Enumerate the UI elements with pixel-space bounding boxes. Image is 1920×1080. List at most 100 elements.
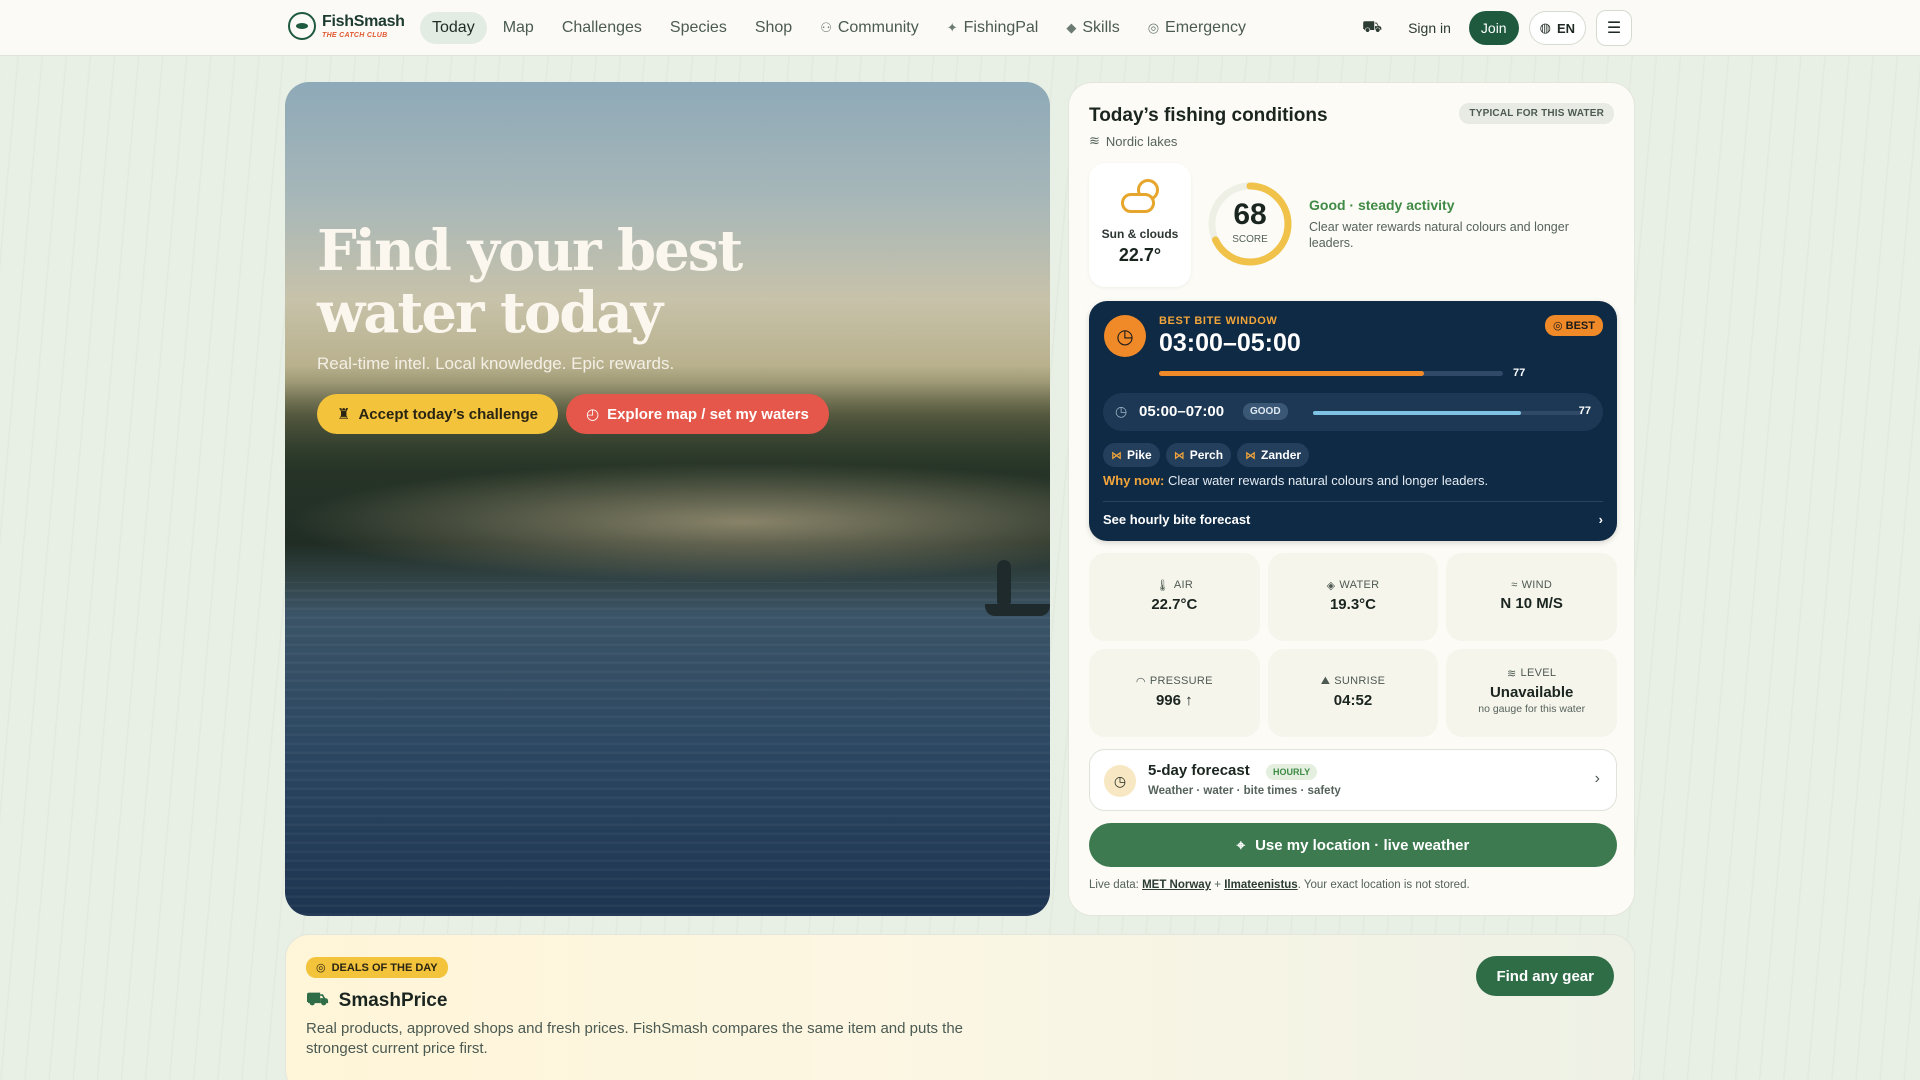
clock-icon: ◷ [1115,403,1128,419]
species-chip[interactable]: ⋈ Pike [1103,443,1160,467]
graduation-cap-icon: ◆ [1066,20,1077,35]
score-value: 68 [1233,198,1267,231]
score-description: Clear water rewards natural colours and … [1309,220,1569,250]
nav-challenges-label: Challenges [561,19,642,36]
hero-actions: ♜ Accept today’s challenge ◴ Explore map /… [317,394,829,434]
bite-kicker: BEST BITE WINDOW [1159,315,1278,327]
explore-map-button[interactable]: ◴ Explore map / set my waters [565,394,829,434]
bite-score-fill [1159,371,1424,376]
droplet-icon: ◈ [1326,580,1336,592]
metric-label: WIND [1521,579,1553,591]
language-code: EN [1556,20,1575,36]
nav-skills[interactable]: ◆ Skills [1054,12,1131,44]
secondary-score-fill [1313,411,1521,415]
bite-score-bar [1159,371,1503,376]
compass-icon: ◴ [585,406,600,423]
nav-map[interactable]: Map [491,12,546,44]
metric-level: ≋ LEVEL Unavailable no gauge for this water [1446,649,1617,737]
nav-community-label: Community [837,19,919,36]
metric-sunrise: ⛰︎ SUNRISE 04:52 [1267,649,1439,737]
metric-air: 🌡︎ AIR 22.7°C [1089,553,1260,641]
thermometer-icon: 🌡︎ [1155,580,1170,592]
brand-tagline: THE CATCH CLUB [322,31,388,39]
bite-score: 77 [1513,367,1526,379]
join-button[interactable]: Join [1468,11,1519,45]
sign-in-link[interactable]: Sign in [1400,20,1459,36]
nav-challenges[interactable]: Challenges [550,12,654,44]
use-location-label: Use my location · live weather [1255,836,1470,854]
sparkle-icon: ✦ [946,20,958,35]
bite-time: 03:00–05:00 [1159,329,1301,357]
users-icon: ⚇ [820,20,832,35]
badge-check-icon: ◎ [316,962,326,974]
brand-logo[interactable]: FishSmash THE CATCH CLUB [288,12,405,40]
met-norway-link[interactable]: MET Norway [1142,879,1211,891]
language-selector[interactable]: ◍ EN [1528,11,1586,45]
nav-fishingpal[interactable]: ✦ FishingPal [935,12,1051,44]
explore-map-label: Explore map / set my waters [607,405,809,423]
find-any-gear-button[interactable]: Find any gear [1476,956,1614,996]
sun-cloud-icon [1115,177,1165,221]
fish-icon: ⋈ [1111,449,1122,462]
nav-shop[interactable]: Shop [743,12,804,44]
wind-icon: ≈ [1511,579,1518,591]
species-chip[interactable]: ⋈ Perch [1165,443,1232,467]
clock-icon: ◷ [1104,315,1146,357]
metric-label: SUNRISE [1334,675,1386,687]
secondary-time: 05:00–07:00 [1139,403,1225,420]
conditions-title: Today’s fishing conditions [1089,105,1328,126]
boat-silhouette [985,604,1050,616]
crosshair-icon: ⌖ [1236,836,1246,854]
species-label: Pike [1127,448,1152,462]
fish-icon: ⋈ [1173,449,1185,462]
hourly-bite-link-label: See hourly bite forecast [1103,512,1251,527]
metric-value: Unavailable [1489,684,1574,701]
why-now-text: Clear water rewards natural colours and … [1168,473,1489,488]
hamburger-menu-icon[interactable]: ☰ [1596,10,1632,46]
hero-banner: Find your best water today Real-time int… [285,82,1050,916]
metric-value: 22.7°C [1151,596,1198,613]
live-data-note: Live data: MET Norway + Ilmateenistus. Y… [1089,879,1470,891]
ilmateenistus-link[interactable]: Ilmateenistus [1224,879,1298,891]
species-label: Perch [1189,448,1224,462]
best-bite-window-card: ◷ BEST BITE WINDOW 03:00–05:00 ◎ BEST 77… [1089,301,1617,541]
brand-name: FishSmash [322,12,405,30]
metric-label: PRESSURE [1149,675,1213,687]
best-badge-label: BEST [1565,320,1595,332]
weather-temp: 22.7° [1118,245,1162,265]
nav-emergency[interactable]: ◎ Emergency [1136,12,1258,44]
nav-today[interactable]: Today [420,12,487,44]
hero-water-image [285,582,1050,916]
main-nav: Today Map Challenges Species Shop ⚇ Commu… [420,12,1258,44]
basket-icon[interactable]: ⛟ [1354,10,1390,46]
nav-emergency-label: Emergency [1165,19,1246,36]
live-data-prefix: Live data: [1089,879,1143,891]
five-day-forecast-card[interactable]: ◷ 5-day forecast HOURLY Weather · water … [1089,749,1617,811]
nav-map-label: Map [502,19,534,36]
secondary-score-bar [1313,411,1583,415]
accept-challenge-button[interactable]: ♜ Accept today’s challenge [317,394,558,434]
use-my-location-button[interactable]: ⌖ Use my location · live weather [1089,823,1617,867]
trophy-icon: ♜ [337,406,351,423]
metric-value: 996 ↑ [1155,692,1193,709]
fish-logo-icon [288,12,316,40]
metric-label: LEVEL [1520,667,1557,679]
fisher-silhouette [997,560,1011,604]
nav-shop-label: Shop [754,19,793,36]
species-chip[interactable]: ⋈ Zander [1237,443,1310,467]
deals-title-label: SmashPrice [338,990,448,1011]
weather-label: Sun & clouds [1101,227,1179,241]
deals-description: Real products, approved shops and fresh … [306,1020,964,1057]
hero-mist-image [285,462,1050,582]
hourly-bite-forecast-link[interactable]: See hourly bite forecast › [1103,501,1603,527]
target-icon: ◎ [1552,320,1563,332]
why-now-label: Why now: [1103,473,1165,488]
nav-species[interactable]: Species [658,12,739,44]
waves-icon: ≋ [1089,133,1100,148]
metric-label: AIR [1173,579,1194,591]
best-badge: ◎ BEST [1544,315,1603,336]
metric-wind: ≈ WIND N 10 M/S [1446,553,1617,641]
secondary-score: 77 [1578,405,1591,417]
nav-community[interactable]: ⚇ Community [808,12,931,44]
secondary-bite-window: ◷ 05:00–07:00 GOOD 77 [1103,393,1603,431]
